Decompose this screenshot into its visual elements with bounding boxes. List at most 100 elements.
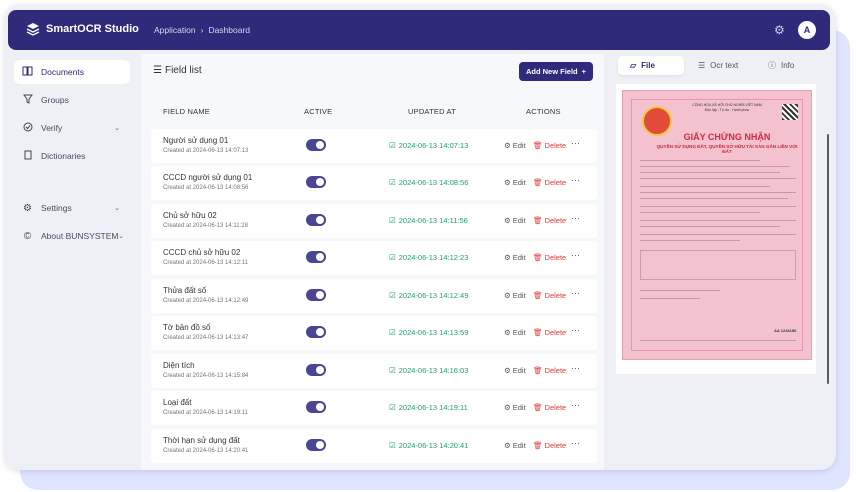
column-header-active[interactable]: ACTIVE — [304, 107, 332, 116]
field-name[interactable]: Loại đất — [163, 398, 191, 407]
edit-button[interactable]: ⚙ Edit — [504, 216, 526, 225]
delete-button[interactable]: 🗑 Delete — [533, 441, 566, 450]
app-logo[interactable]: SmartOCR Studio — [26, 22, 139, 36]
sidebar-item-dictionaries[interactable]: Dictionaries — [14, 144, 130, 168]
field-list-panel: ☰ Field list Add New Field + FIELD NAME … — [141, 54, 604, 470]
edit-button[interactable]: ⚙ Edit — [504, 403, 526, 412]
delete-button[interactable]: 🗑 Delete — [533, 178, 566, 187]
edit-label: Edit — [512, 178, 526, 187]
field-name[interactable]: Chủ sở hữu 02 — [163, 211, 217, 220]
tab-file[interactable]: ▱ File — [618, 56, 684, 75]
active-toggle[interactable] — [306, 251, 326, 263]
column-header-updated[interactable]: UPDATED AT — [408, 107, 456, 116]
delete-button[interactable]: 🗑 Delete — [533, 403, 566, 412]
sidebar-item-documents[interactable]: Documents — [14, 60, 130, 84]
edit-button[interactable]: ⚙ Edit — [504, 178, 526, 187]
more-options-icon[interactable]: ··· — [571, 288, 580, 298]
breadcrumb-root[interactable]: Application — [154, 25, 196, 35]
edit-label: Edit — [512, 216, 526, 225]
edit-button[interactable]: ⚙ Edit — [504, 328, 526, 337]
gear-icon: ⚙ — [504, 141, 511, 150]
table-row[interactable]: CCCD chủ sở hữu 02 Created at 2024-06-13… — [151, 241, 597, 275]
calendar-check-icon: ☑ — [389, 403, 396, 412]
scrollbar[interactable] — [827, 134, 829, 384]
active-toggle[interactable] — [306, 139, 326, 151]
sidebar-item-label: About BUNSYSTEM — [41, 231, 119, 241]
edit-button[interactable]: ⚙ Edit — [504, 291, 526, 300]
sidebar-item-settings[interactable]: ⚙ Settings ⌄ — [14, 196, 130, 220]
file-icon: ▱ — [630, 61, 637, 70]
edit-button[interactable]: ⚙ Edit — [504, 441, 526, 450]
column-header-name[interactable]: FIELD NAME — [163, 107, 210, 116]
sidebar-item-verify[interactable]: Verify ⌄ — [14, 116, 130, 140]
edit-button[interactable]: ⚙ Edit — [504, 366, 526, 375]
active-toggle[interactable] — [306, 439, 326, 451]
settings-gear-icon[interactable]: ⚙ — [774, 23, 785, 37]
delete-label: Delete — [544, 403, 567, 412]
sidebar-item-label: Settings — [41, 203, 72, 213]
table-row[interactable]: Chủ sở hữu 02 Created at 2024-06-13 14:1… — [151, 204, 597, 238]
more-options-icon[interactable]: ··· — [571, 138, 580, 148]
table-row[interactable]: Tờ bản đồ số Created at 2024-06-13 14:13… — [151, 316, 597, 350]
certificate-serial: AA 1234156 — [774, 328, 797, 333]
field-name[interactable]: CCCD người sử dụng 01 — [163, 173, 252, 182]
delete-button[interactable]: 🗑 Delete — [533, 328, 566, 337]
delete-label: Delete — [544, 441, 567, 450]
field-name[interactable]: Tờ bản đồ số — [163, 323, 211, 332]
delete-label: Delete — [544, 141, 567, 150]
add-new-field-button[interactable]: Add New Field + — [519, 62, 593, 81]
active-toggle[interactable] — [306, 176, 326, 188]
delete-button[interactable]: 🗑 Delete — [533, 141, 566, 150]
updated-at: ☑ 2024-06-13 14:12:49 — [389, 291, 468, 300]
table-row[interactable]: Thửa đất số Created at 2024-06-13 14:12:… — [151, 279, 597, 313]
active-toggle[interactable] — [306, 326, 326, 338]
more-options-icon[interactable]: ··· — [571, 363, 580, 373]
field-name[interactable]: Diện tích — [163, 361, 195, 370]
delete-button[interactable]: 🗑 Delete — [533, 253, 566, 262]
breadcrumb: Application › Dashboard — [154, 25, 250, 35]
field-name[interactable]: CCCD chủ sở hữu 02 — [163, 248, 240, 257]
sidebar-item-groups[interactable]: Groups — [14, 88, 130, 112]
active-toggle[interactable] — [306, 364, 326, 376]
sidebar-item-label: Groups — [41, 95, 69, 105]
field-created-at: Created at 2024-06-13 14:12:11 — [163, 260, 248, 266]
tab-info[interactable]: ⓘ Info — [756, 56, 816, 75]
preview-panel: ▱ File ☰ Ocr text ⓘ Info CỘNG HÒA XÃ HỘI… — [608, 54, 830, 470]
active-toggle[interactable] — [306, 289, 326, 301]
table-row[interactable]: Thời hạn sử dụng đất Created at 2024-06-… — [151, 429, 597, 463]
tab-ocr-text[interactable]: ☰ Ocr text — [686, 56, 756, 75]
more-options-icon[interactable]: ··· — [571, 213, 580, 223]
layers-icon — [26, 23, 40, 36]
more-options-icon[interactable]: ··· — [571, 438, 580, 448]
breadcrumb-current: Dashboard — [208, 25, 251, 35]
updated-at: ☑ 2024-06-13 14:08:56 — [389, 178, 468, 187]
check-circle-icon — [22, 122, 33, 135]
table-row[interactable]: CCCD người sử dụng 01 Created at 2024-06… — [151, 166, 597, 200]
field-name[interactable]: Người sử dụng 01 — [163, 136, 228, 145]
active-toggle[interactable] — [306, 401, 326, 413]
tab-info-label: Info — [781, 61, 795, 70]
table-row[interactable]: Diện tích Created at 2024-06-13 14:15:84… — [151, 354, 597, 388]
delete-label: Delete — [544, 216, 567, 225]
edit-button[interactable]: ⚙ Edit — [504, 253, 526, 262]
updated-at-value: 2024-06-13 14:16:03 — [398, 366, 469, 375]
more-options-icon[interactable]: ··· — [571, 175, 580, 185]
avatar[interactable]: A — [798, 21, 816, 39]
field-name[interactable]: Thửa đất số — [163, 286, 206, 295]
more-options-icon[interactable]: ··· — [571, 325, 580, 335]
more-options-icon[interactable]: ··· — [571, 250, 580, 260]
page-title: ☰ Field list — [153, 65, 202, 76]
sidebar-item-about[interactable]: © About BUNSYSTEM ⌄ — [14, 224, 130, 248]
field-name[interactable]: Thời hạn sử dụng đất — [163, 436, 240, 445]
field-created-at: Created at 2024-06-13 14:07:13 — [163, 148, 249, 154]
table-row[interactable]: Loại đất Created at 2024-06-13 14:19:11 … — [151, 391, 597, 425]
table-row[interactable]: Người sử dụng 01 Created at 2024-06-13 1… — [151, 129, 597, 163]
delete-button[interactable]: 🗑 Delete — [533, 366, 566, 375]
delete-button[interactable]: 🗑 Delete — [533, 216, 566, 225]
active-toggle[interactable] — [306, 214, 326, 226]
delete-button[interactable]: 🗑 Delete — [533, 291, 566, 300]
document-preview[interactable]: CỘNG HÒA XÃ HỘI CHỦ NGHĨA VIỆT NAM Độc l… — [616, 84, 816, 374]
field-created-at: Created at 2024-06-13 14:15:84 — [163, 373, 249, 379]
edit-button[interactable]: ⚙ Edit — [504, 141, 526, 150]
more-options-icon[interactable]: ··· — [571, 400, 580, 410]
